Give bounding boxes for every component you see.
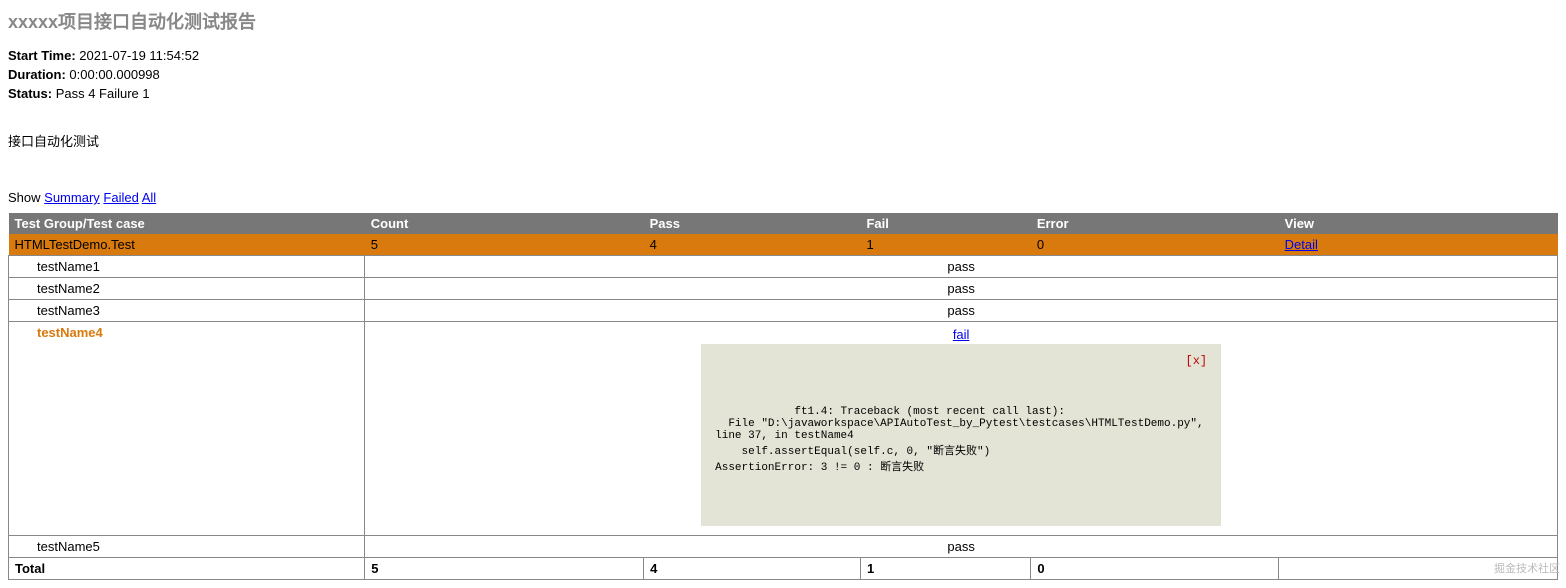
table-header-row: Test Group/Test case Count Pass Fail Err… [9, 213, 1558, 234]
close-icon[interactable]: [x] [1186, 354, 1208, 368]
group-detail-link[interactable]: Detail [1285, 237, 1318, 252]
group-name: HTMLTestDemo.Test [9, 234, 365, 256]
filter-summary-link[interactable]: Summary [44, 190, 100, 205]
results-table: Test Group/Test case Count Pass Fail Err… [8, 213, 1558, 580]
case-name: testName1 [9, 256, 365, 278]
meta-duration: Duration: 0:00:00.000998 [8, 67, 1558, 82]
table-row-fail: testName4 fail [x] ft1.4: Traceback (mos… [9, 322, 1558, 536]
case-result: pass [365, 278, 1558, 300]
case-result: pass [365, 300, 1558, 322]
table-row: testName1 pass [9, 256, 1558, 278]
meta-status-value: Pass 4 Failure 1 [56, 86, 150, 101]
th-view: View [1279, 213, 1558, 234]
meta-status: Status: Pass 4 Failure 1 [8, 86, 1558, 101]
meta-start-value: 2021-07-19 11:54:52 [79, 48, 199, 63]
case-name: testName5 [9, 536, 365, 558]
table-row: testName2 pass [9, 278, 1558, 300]
meta-duration-label: Duration: [8, 67, 66, 82]
page-title: xxxxx项目接口自动化测试报告 [8, 8, 1558, 34]
report-description: 接口自动化测试 [8, 131, 1558, 150]
filter-show-label: Show [8, 190, 41, 205]
filter-failed-link[interactable]: Failed [103, 190, 138, 205]
th-count: Count [365, 213, 644, 234]
case-result: pass [365, 536, 1558, 558]
group-count: 5 [365, 234, 644, 256]
filter-all-link[interactable]: All [142, 190, 156, 205]
total-count: 5 [365, 558, 644, 580]
case-name: testName2 [9, 278, 365, 300]
table-row: testName5 pass [9, 536, 1558, 558]
th-error: Error [1031, 213, 1279, 234]
case-result: pass [365, 256, 1558, 278]
meta-start-label: Start Time: [8, 48, 76, 63]
group-row: HTMLTestDemo.Test 5 4 1 0 Detail [9, 234, 1558, 256]
th-test: Test Group/Test case [9, 213, 365, 234]
th-pass: Pass [644, 213, 861, 234]
total-error: 0 [1031, 558, 1279, 580]
meta-status-label: Status: [8, 86, 52, 101]
meta-start-time: Start Time: 2021-07-19 11:54:52 [8, 48, 1558, 63]
group-fail: 1 [860, 234, 1030, 256]
total-pass: 4 [644, 558, 861, 580]
watermark: 掘金技术社区 [1494, 560, 1560, 576]
total-fail: 1 [860, 558, 1030, 580]
fail-toggle-link[interactable]: fail [371, 327, 1551, 342]
total-row: Total 5 4 1 0 [9, 558, 1558, 580]
table-row: testName3 pass [9, 300, 1558, 322]
traceback-box: [x] ft1.4: Traceback (most recent call l… [701, 344, 1221, 526]
case-name: testName3 [9, 300, 365, 322]
group-pass: 4 [644, 234, 861, 256]
group-error: 0 [1031, 234, 1279, 256]
filter-row: Show Summary Failed All [8, 190, 1558, 205]
total-label: Total [9, 558, 365, 580]
traceback-text: ft1.4: Traceback (most recent call last)… [715, 406, 1210, 474]
th-fail: Fail [860, 213, 1030, 234]
case-name-fail: testName4 [9, 322, 365, 536]
meta-duration-value: 0:00:00.000998 [69, 67, 159, 82]
